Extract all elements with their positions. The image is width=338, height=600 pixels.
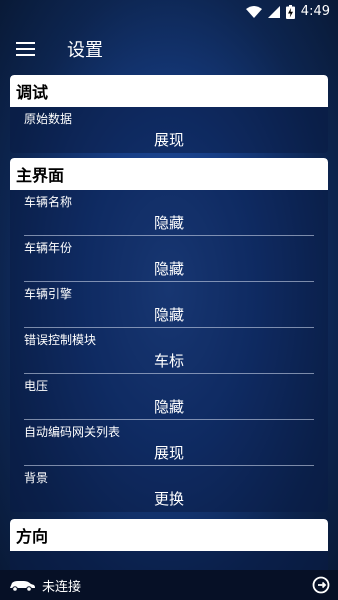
section-main-screen: 主界面 车辆名称 隐藏 车辆年份 隐藏 车辆引擎 隐藏 错误控制模块 车标 电压… xyxy=(10,158,328,512)
setting-vehicle-name[interactable]: 车辆名称 隐藏 xyxy=(10,190,328,236)
setting-label: 车辆名称 xyxy=(24,195,73,209)
setting-vehicle-year[interactable]: 车辆年份 隐藏 xyxy=(10,236,328,282)
setting-value: 隐藏 xyxy=(153,214,184,232)
setting-label: 电压 xyxy=(24,379,49,393)
setting-raw-data[interactable]: 原始数据 展现 xyxy=(10,107,328,153)
app-bar: 设置 xyxy=(0,24,338,74)
setting-gateway-list[interactable]: 自动编码网关列表 展现 xyxy=(10,420,328,466)
wifi-icon xyxy=(245,5,262,18)
setting-label: 车辆年份 xyxy=(24,241,73,255)
setting-label: 背景 xyxy=(24,471,49,485)
battery-charging-icon xyxy=(285,4,295,19)
setting-label: 自动编码网关列表 xyxy=(24,425,121,439)
page-title: 设置 xyxy=(67,40,103,61)
status-bar: 4:49 xyxy=(0,0,338,24)
setting-value: 展现 xyxy=(153,444,184,462)
setting-label: 原始数据 xyxy=(24,112,73,126)
hamburger-icon xyxy=(16,42,35,44)
bottom-bar: 未连接 xyxy=(0,570,338,600)
menu-button[interactable] xyxy=(12,34,42,64)
exit-icon[interactable] xyxy=(312,576,330,594)
setting-value: 展现 xyxy=(153,131,184,149)
setting-label: 错误控制模块 xyxy=(24,333,97,347)
connection-status: 未连接 xyxy=(42,579,82,595)
section-debug: 调试 原始数据 展现 xyxy=(10,75,328,153)
car-icon xyxy=(10,581,35,592)
section-header-main-screen: 主界面 xyxy=(10,158,328,190)
setting-vehicle-engine[interactable]: 车辆引擎 隐藏 xyxy=(10,282,328,328)
setting-label: 车辆引擎 xyxy=(24,287,73,301)
setting-error-control-module[interactable]: 错误控制模块 车标 xyxy=(10,328,328,374)
setting-value: 更换 xyxy=(153,490,184,508)
setting-value: 车标 xyxy=(153,352,184,370)
section-header-orientation: 方向 xyxy=(10,519,328,551)
section-header-debug: 调试 xyxy=(10,75,328,107)
signal-icon xyxy=(267,5,280,18)
setting-value: 隐藏 xyxy=(153,260,184,278)
setting-value: 隐藏 xyxy=(153,398,184,416)
setting-voltage[interactable]: 电压 隐藏 xyxy=(10,374,328,420)
status-time: 4:49 xyxy=(300,4,330,19)
setting-value: 隐藏 xyxy=(153,306,184,324)
setting-background[interactable]: 背景 更换 xyxy=(10,466,328,512)
